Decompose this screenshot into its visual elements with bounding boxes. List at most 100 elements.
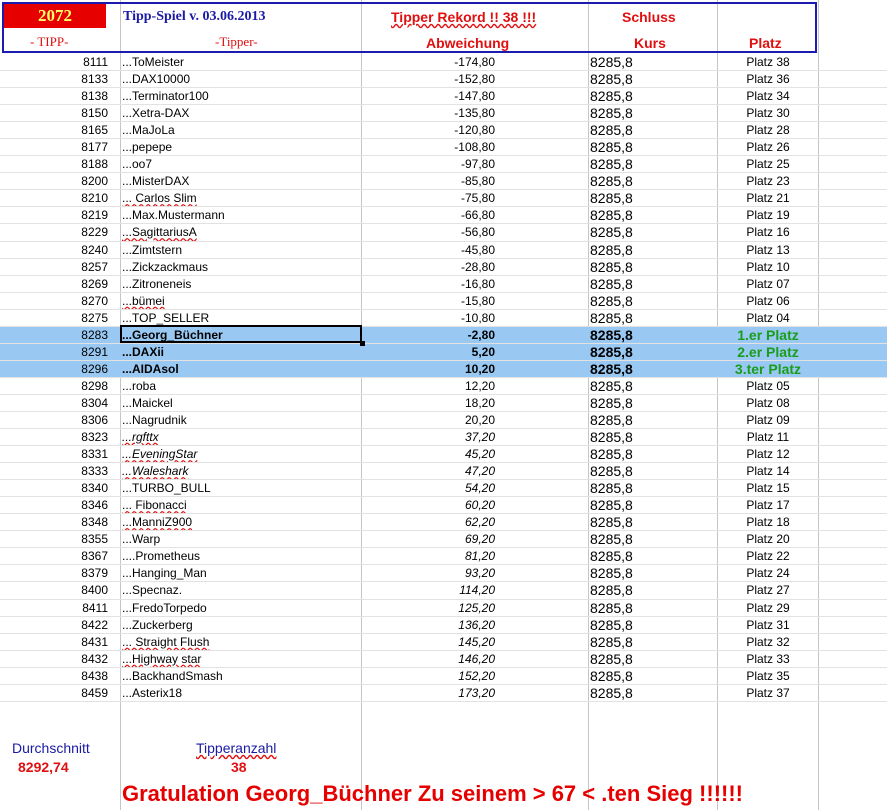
platz-cell[interactable]: Platz 29 — [718, 600, 818, 617]
tipp-cell[interactable]: 8304 — [0, 395, 108, 412]
abweichung-cell[interactable]: 54,20 — [362, 480, 495, 497]
abweichung-cell[interactable]: 125,20 — [362, 600, 495, 617]
kurs-cell[interactable]: 8285,8 — [590, 88, 715, 105]
tipp-cell[interactable]: 8210 — [0, 190, 108, 207]
abweichung-cell[interactable]: 37,20 — [362, 429, 495, 446]
kurs-cell[interactable]: 8285,8 — [590, 139, 715, 156]
tipp-cell[interactable]: 8257 — [0, 259, 108, 276]
abweichung-cell[interactable]: -108,80 — [362, 139, 495, 156]
platz-cell[interactable]: 1.er Platz — [718, 327, 818, 344]
platz-cell[interactable]: Platz 31 — [718, 617, 818, 634]
platz-cell[interactable]: Platz 14 — [718, 463, 818, 480]
abweichung-cell[interactable]: 114,20 — [362, 582, 495, 599]
platz-cell[interactable]: Platz 27 — [718, 582, 818, 599]
platz-cell[interactable]: Platz 37 — [718, 685, 818, 702]
tipp-cell[interactable]: 8111 — [0, 54, 108, 71]
tipper-name-cell[interactable]: ...DAX10000 — [122, 71, 360, 88]
kurs-cell[interactable]: 8285,8 — [590, 310, 715, 327]
tipp-cell[interactable]: 8270 — [0, 293, 108, 310]
platz-cell[interactable]: Platz 21 — [718, 190, 818, 207]
tipp-cell[interactable]: 8283 — [0, 327, 108, 344]
tipper-name-cell[interactable]: ... Carlos Slim — [122, 190, 360, 207]
kurs-cell[interactable]: 8285,8 — [590, 344, 715, 361]
tipp-cell[interactable]: 8422 — [0, 617, 108, 634]
tipp-cell[interactable]: 8431 — [0, 634, 108, 651]
tipper-name-cell[interactable]: ...AIDAsol — [122, 361, 360, 378]
tipper-name-cell[interactable]: ...Zitroneneis — [122, 276, 360, 293]
kurs-cell[interactable]: 8285,8 — [590, 361, 715, 378]
sheet-title[interactable]: Tipp-Spiel v. 03.06.2013 — [123, 8, 266, 26]
game-number-cell[interactable]: 2072 — [4, 4, 106, 28]
selected-cell[interactable] — [120, 325, 362, 343]
kurs-cell[interactable]: 8285,8 — [590, 446, 715, 463]
tipp-cell[interactable]: 8133 — [0, 71, 108, 88]
tipp-cell[interactable]: 8346 — [0, 497, 108, 514]
kurs-header[interactable]: Kurs — [634, 34, 666, 52]
kurs-cell[interactable]: 8285,8 — [590, 259, 715, 276]
tipper-name-cell[interactable]: ...SagittariusA — [122, 224, 360, 241]
abweichung-cell[interactable]: 136,20 — [362, 617, 495, 634]
tipp-cell[interactable]: 8200 — [0, 173, 108, 190]
platz-header[interactable]: Platz — [749, 34, 782, 52]
tipp-cell[interactable]: 8459 — [0, 685, 108, 702]
platz-cell[interactable]: Platz 30 — [718, 105, 818, 122]
abweichung-cell[interactable]: 12,20 — [362, 378, 495, 395]
abweichung-cell[interactable]: -152,80 — [362, 71, 495, 88]
kurs-cell[interactable]: 8285,8 — [590, 685, 715, 702]
abweichung-cell[interactable]: -28,80 — [362, 259, 495, 276]
platz-cell[interactable]: 2.er Platz — [718, 344, 818, 361]
kurs-cell[interactable]: 8285,8 — [590, 207, 715, 224]
kurs-cell[interactable]: 8285,8 — [590, 463, 715, 480]
kurs-cell[interactable]: 8285,8 — [590, 395, 715, 412]
abweichung-cell[interactable]: -147,80 — [362, 88, 495, 105]
tipper-name-cell[interactable]: ...Highway star — [122, 651, 360, 668]
tipp-cell[interactable]: 8298 — [0, 378, 108, 395]
kurs-cell[interactable]: 8285,8 — [590, 71, 715, 88]
kurs-cell[interactable]: 8285,8 — [590, 122, 715, 139]
platz-cell[interactable]: Platz 18 — [718, 514, 818, 531]
kurs-cell[interactable]: 8285,8 — [590, 617, 715, 634]
platz-cell[interactable]: Platz 05 — [718, 378, 818, 395]
kurs-cell[interactable]: 8285,8 — [590, 548, 715, 565]
abweichung-cell[interactable]: -15,80 — [362, 293, 495, 310]
tipp-cell[interactable]: 8240 — [0, 242, 108, 259]
kurs-cell[interactable]: 8285,8 — [590, 651, 715, 668]
kurs-cell[interactable]: 8285,8 — [590, 412, 715, 429]
durchschnitt-label[interactable]: Durchschnitt — [12, 740, 90, 756]
tipperanzahl-value[interactable]: 38 — [231, 759, 247, 775]
tipper-name-cell[interactable]: ... Fibonacci — [122, 497, 360, 514]
tipper-name-cell[interactable]: ...BackhandSmash — [122, 668, 360, 685]
platz-cell[interactable]: Platz 34 — [718, 88, 818, 105]
abweichung-cell[interactable]: 62,20 — [362, 514, 495, 531]
tipper-name-cell[interactable]: ...Hanging_Man — [122, 565, 360, 582]
tipper-name-cell[interactable]: ...EveningStar — [122, 446, 360, 463]
abweichung-cell[interactable]: -97,80 — [362, 156, 495, 173]
tipp-header[interactable]: - TIPP- — [30, 33, 68, 51]
abweichung-cell[interactable]: 47,20 — [362, 463, 495, 480]
tipper-name-cell[interactable]: ...Asterix18 — [122, 685, 360, 702]
tipp-cell[interactable]: 8165 — [0, 122, 108, 139]
tipper-name-cell[interactable]: ...Terminator100 — [122, 88, 360, 105]
platz-cell[interactable]: Platz 20 — [718, 531, 818, 548]
tipper-name-cell[interactable]: ...Maickel — [122, 395, 360, 412]
platz-cell[interactable]: Platz 32 — [718, 634, 818, 651]
abweichung-cell[interactable]: -66,80 — [362, 207, 495, 224]
tipp-cell[interactable]: 8219 — [0, 207, 108, 224]
kurs-cell[interactable]: 8285,8 — [590, 276, 715, 293]
platz-cell[interactable]: Platz 19 — [718, 207, 818, 224]
tipp-cell[interactable]: 8400 — [0, 582, 108, 599]
abweichung-header[interactable]: Abweichung — [426, 34, 509, 52]
platz-cell[interactable]: Platz 07 — [718, 276, 818, 293]
kurs-cell[interactable]: 8285,8 — [590, 497, 715, 514]
platz-cell[interactable]: 3.ter Platz — [718, 361, 818, 378]
tipper-name-cell[interactable]: ...Zimtstern — [122, 242, 360, 259]
abweichung-cell[interactable]: -2,80 — [362, 327, 495, 344]
abweichung-cell[interactable]: 20,20 — [362, 412, 495, 429]
tipperanzahl-label[interactable]: Tipperanzahl — [196, 740, 276, 756]
tipper-name-cell[interactable]: ...DAXii — [122, 344, 360, 361]
kurs-cell[interactable]: 8285,8 — [590, 173, 715, 190]
tipper-name-cell[interactable]: ...MaJoLa — [122, 122, 360, 139]
abweichung-cell[interactable]: 146,20 — [362, 651, 495, 668]
kurs-cell[interactable]: 8285,8 — [590, 190, 715, 207]
abweichung-cell[interactable]: -16,80 — [362, 276, 495, 293]
